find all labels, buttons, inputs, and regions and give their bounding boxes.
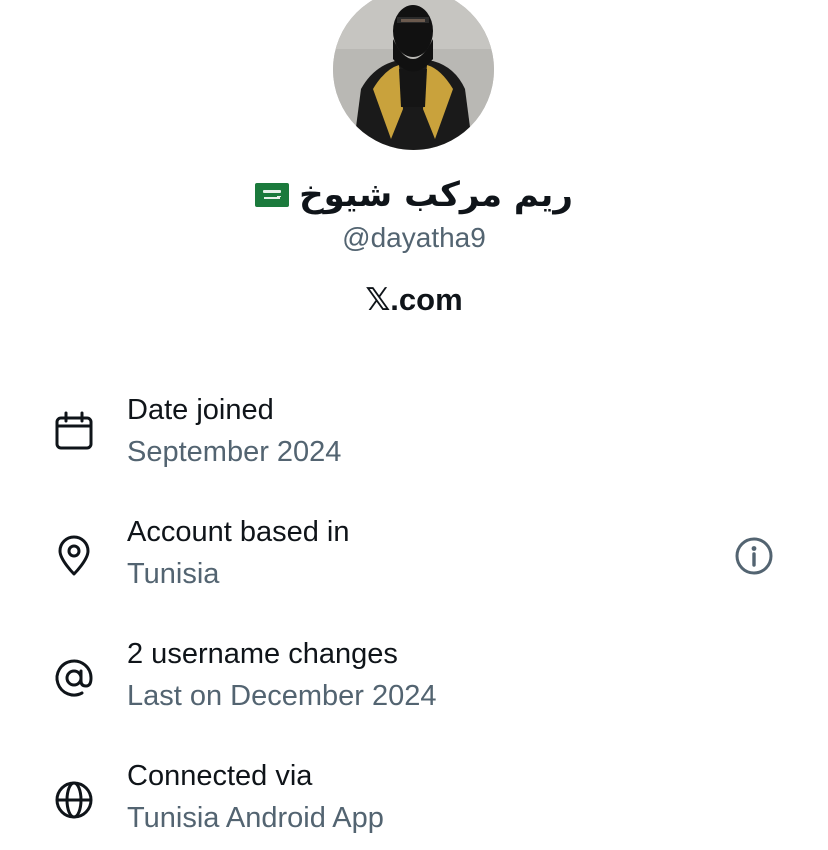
at-sign-icon <box>52 656 96 700</box>
detail-row-username-changes: 2 username changes Last on December 2024 <box>0 638 828 728</box>
info-icon[interactable] <box>733 535 775 577</box>
profile-avatar[interactable] <box>333 0 494 150</box>
detail-title: 2 username changes <box>127 638 398 670</box>
detail-title: Account based in <box>127 516 350 548</box>
profile-name-row: ريم مركب شيوخ <box>0 172 828 218</box>
saudi-arabia-flag-icon <box>255 183 290 207</box>
detail-row-account-based-in: Account based in Tunisia <box>0 516 828 606</box>
globe-icon <box>52 778 96 822</box>
detail-title: Connected via <box>127 760 313 792</box>
profile-handle: @dayatha9 <box>342 222 486 253</box>
avatar-image <box>333 0 494 150</box>
detail-row-connected-via: Connected via Tunisia Android App <box>0 760 828 850</box>
location-pin-icon <box>52 534 96 578</box>
detail-value: September 2024 <box>127 436 342 468</box>
detail-row-date-joined: Date joined September 2024 <box>0 394 828 484</box>
detail-value: Tunisia Android App <box>127 802 384 834</box>
detail-value: Tunisia <box>127 558 220 590</box>
site-label: 𝕏.com <box>365 282 463 317</box>
detail-title: Date joined <box>127 394 274 426</box>
calendar-icon <box>52 410 96 454</box>
display-name: ريم مركب شيوخ <box>299 175 573 215</box>
detail-value: Last on December 2024 <box>127 680 437 712</box>
